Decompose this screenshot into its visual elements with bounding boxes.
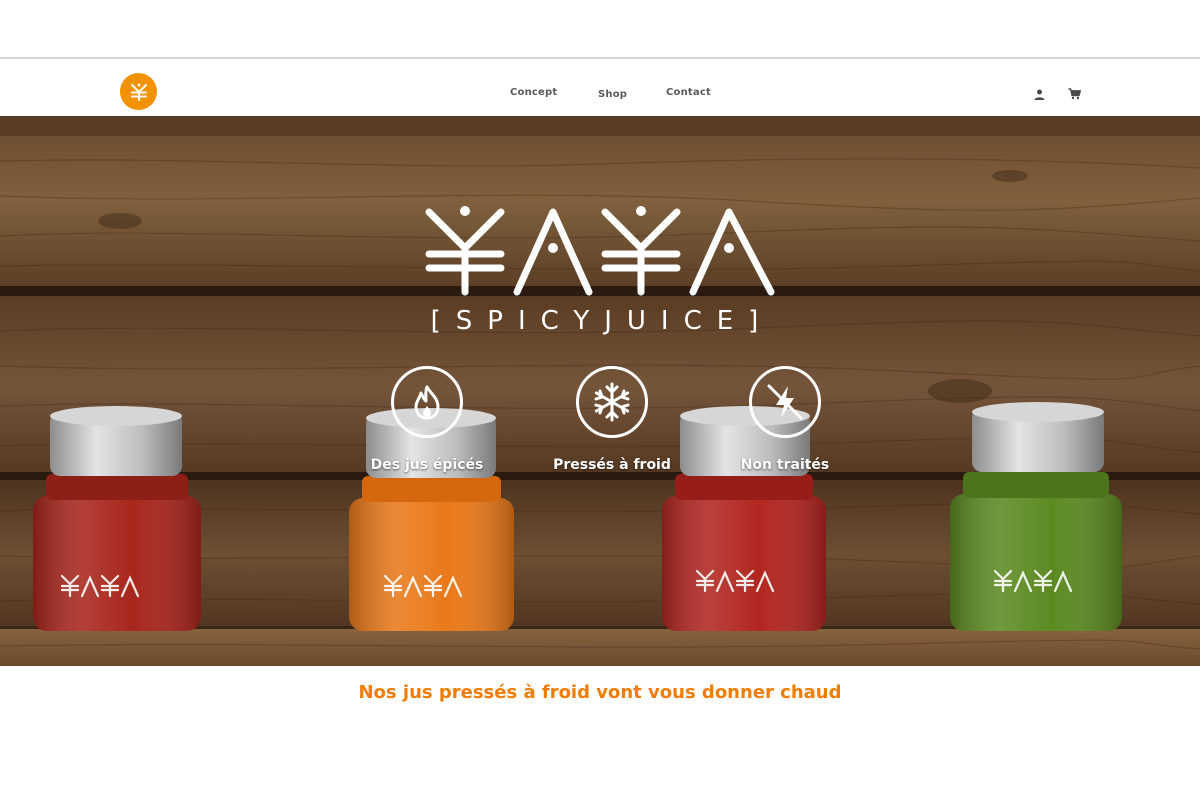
tagline: Nos jus pressés à froid vont vous donner…	[358, 682, 842, 703]
top-blank-area	[0, 0, 1200, 59]
feature-circle	[749, 366, 821, 438]
feature-circle	[391, 366, 463, 438]
feature-untreated: Non traités	[695, 366, 875, 476]
logo-badge[interactable]	[120, 73, 157, 110]
feature-label-spicy: Des jus épicés	[370, 457, 484, 473]
feature-cold-pressed: Pressés à froid	[522, 366, 702, 476]
feature-circle	[576, 366, 648, 438]
yaya-brand-logo	[425, 206, 775, 296]
no-lightning-icon	[767, 384, 803, 420]
nav-link-contact[interactable]: Contact	[666, 87, 711, 98]
navbar: Concept Shop Contact	[0, 59, 1200, 116]
nav-link-concept[interactable]: Concept	[510, 87, 557, 98]
brand-subtitle: [SPICYJUICE]	[430, 306, 774, 336]
juice-bottle-red	[33, 406, 201, 631]
user-icon[interactable]	[1031, 86, 1047, 102]
snowflake-icon	[594, 382, 630, 422]
feature-spicy: Des jus épicés	[337, 366, 517, 476]
yaya-glyph-icon	[130, 83, 147, 101]
feature-label-cold-pressed: Pressés à froid	[553, 457, 671, 473]
hero-banner: [SPICYJUICE] Des jus épicés Pressés à fr…	[0, 116, 1200, 666]
feature-label-untreated: Non traités	[740, 457, 830, 473]
juice-bottle-green	[950, 402, 1122, 631]
nav-link-shop[interactable]: Shop	[598, 89, 627, 100]
flame-icon	[414, 385, 440, 420]
cart-icon[interactable]	[1066, 86, 1082, 102]
